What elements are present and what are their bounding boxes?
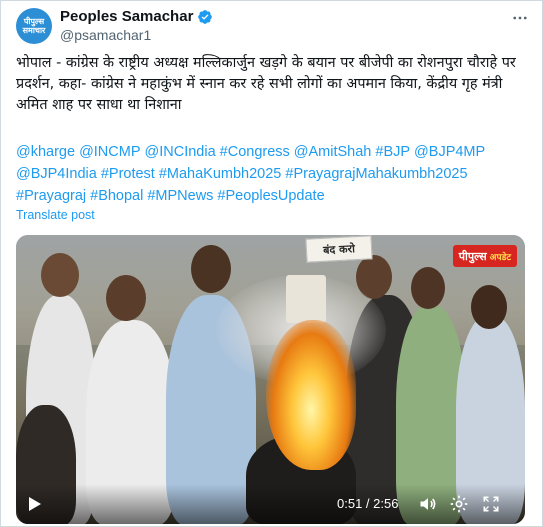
author-info: Peoples Samachar @psamachar1 (60, 8, 213, 43)
mention-link[interactable]: @BJP4India (16, 163, 97, 185)
mention-link[interactable]: @BJP4MP (414, 141, 485, 163)
mention-link[interactable]: @kharge (16, 141, 75, 163)
tweet-header: पीपुल्स समाचार Peoples Samachar @psamach… (16, 8, 531, 44)
video-person-head (106, 275, 146, 321)
hashtag-link[interactable]: #MahaKumbh2025 (159, 163, 282, 185)
video-person-head (41, 253, 79, 297)
hashtag-link[interactable]: #Protest (101, 163, 155, 185)
hashtag-link[interactable]: #PrayagrajMahakumbh2025 (285, 163, 467, 185)
hashtag-link[interactable]: #Bhopal (90, 185, 143, 207)
settings-icon[interactable] (449, 494, 469, 514)
hashtag-link[interactable]: #Congress (220, 141, 290, 163)
hashtag-link[interactable]: #MPNews (147, 185, 213, 207)
volume-icon[interactable] (418, 494, 438, 514)
hashtag-link[interactable]: #PeoplesUpdate (217, 185, 324, 207)
logo-text: पीपुल्स (458, 249, 487, 263)
fullscreen-icon[interactable] (481, 494, 501, 514)
tweet-card[interactable]: पीपुल्स समाचार Peoples Samachar @psamach… (0, 0, 543, 527)
mention-link[interactable]: @AmitShah (294, 141, 372, 163)
hashtag-link[interactable]: #BJP (375, 141, 410, 163)
hashtag-list: @kharge @INCMP @INCIndia #Congress @AmitShah… (16, 141, 531, 207)
tweet-text: भोपाल - कांग्रेस के राष्ट्रीय अध्यक्ष मल… (16, 53, 531, 116)
video-controls: 0:51 / 2:56 (16, 484, 525, 524)
effigy-poster (286, 275, 326, 323)
channel-logo: पीपुल्स अपडेट (452, 245, 517, 267)
fire (266, 320, 356, 470)
video-player[interactable]: बंद करो पीपुल्स अपडेट 0:51 / 2:56 (16, 235, 525, 524)
tweet-text-body: भोपाल - कांग्रेस के राष्ट्रीय अध्यक्ष मल… (16, 55, 516, 113)
hashtag-link[interactable]: #Prayagraj (16, 185, 86, 207)
video-person-head (191, 245, 231, 293)
mention-link[interactable]: @INCMP (79, 141, 140, 163)
avatar-text: पीपुल्स समाचार (22, 17, 46, 35)
mention-link[interactable]: @INCIndia (145, 141, 216, 163)
avatar[interactable]: पीपुल्स समाचार (16, 8, 52, 44)
verified-badge-icon (198, 9, 213, 24)
handle[interactable]: @psamachar1 (60, 27, 213, 43)
placard-text: बंद करो (322, 241, 356, 257)
translate-post-link[interactable]: Translate post (16, 208, 95, 222)
play-icon[interactable] (28, 496, 42, 512)
more-icon[interactable] (509, 8, 531, 28)
protest-placard: बंद करो (305, 235, 373, 263)
display-name[interactable]: Peoples Samachar (60, 8, 193, 25)
video-person-head (471, 285, 507, 329)
logo-subtext: अपडेट (489, 252, 511, 263)
video-time: 0:51 / 2:56 (337, 496, 399, 511)
video-person-head (411, 267, 445, 309)
